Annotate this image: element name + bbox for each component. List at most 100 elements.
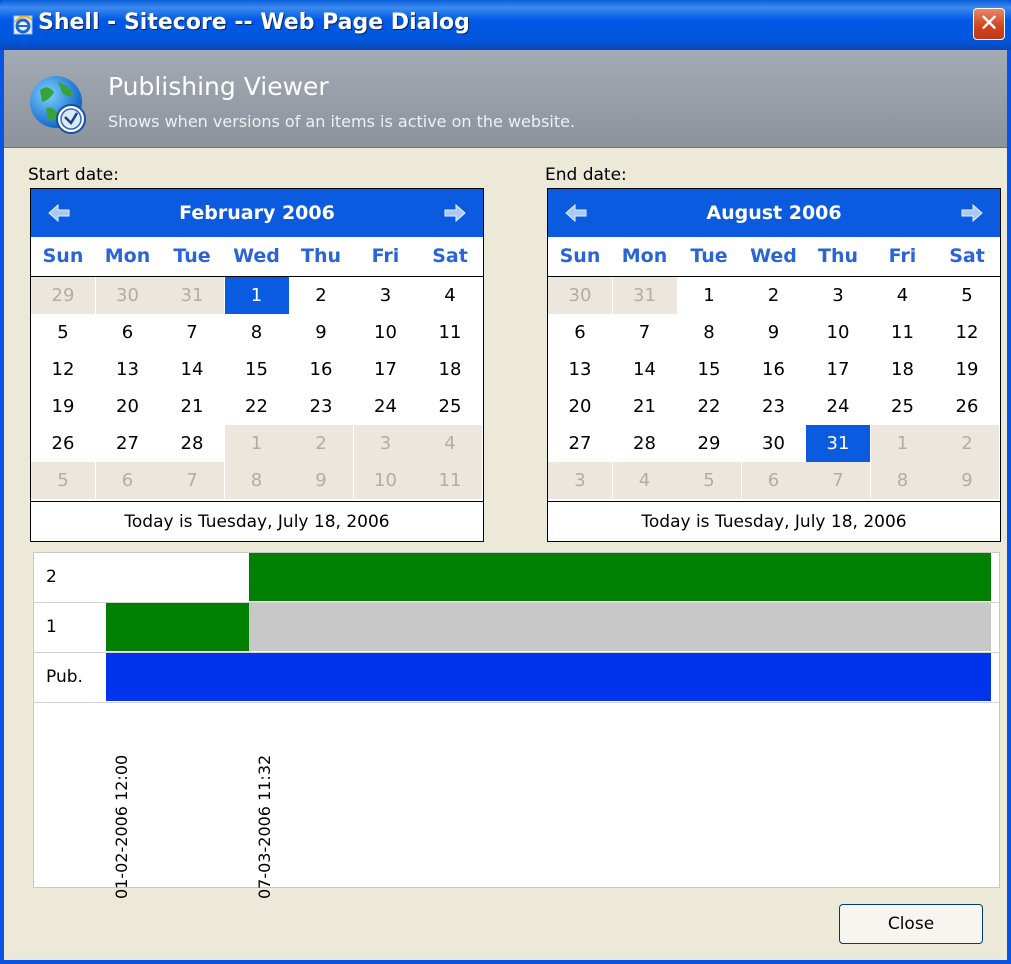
- calendar-day[interactable]: 4: [871, 277, 935, 314]
- next-month-arrow-icon[interactable]: [443, 201, 467, 225]
- calendar-day[interactable]: 3: [354, 277, 418, 314]
- next-month-arrow-icon[interactable]: [960, 201, 984, 225]
- calendar-day[interactable]: 24: [806, 388, 870, 425]
- close-button[interactable]: Close: [839, 904, 983, 944]
- calendar-day[interactable]: 11: [418, 314, 482, 351]
- calendar-day[interactable]: 23: [289, 388, 353, 425]
- calendar-day[interactable]: 5: [31, 462, 95, 499]
- calendar-day[interactable]: 26: [31, 425, 95, 462]
- calendar-day[interactable]: 18: [418, 351, 482, 388]
- calendar-day[interactable]: 4: [612, 462, 677, 499]
- calendar-day[interactable]: 4: [418, 425, 482, 462]
- calendar-day[interactable]: 30: [95, 277, 160, 314]
- calendar-day[interactable]: 11: [418, 462, 482, 499]
- calendar-day[interactable]: 2: [935, 425, 999, 462]
- calendar-day[interactable]: 18: [871, 351, 935, 388]
- calendar-day[interactable]: 9: [935, 462, 999, 499]
- weekday-label: Wed: [233, 245, 280, 267]
- calendar-day[interactable]: 19: [935, 351, 999, 388]
- calendar-day[interactable]: 22: [225, 388, 289, 425]
- calendar-day[interactable]: 2: [289, 425, 353, 462]
- today-text[interactable]: Today is Tuesday, July 18, 2006: [31, 501, 483, 542]
- weekday-label: Fri: [888, 245, 917, 267]
- calendar-day[interactable]: 6: [96, 314, 160, 351]
- calendar-day[interactable]: 20: [548, 388, 612, 425]
- calendar-day[interactable]: 7: [160, 462, 224, 499]
- calendar-day[interactable]: 21: [160, 388, 224, 425]
- calendar-day[interactable]: 28: [613, 425, 677, 462]
- end-date-label: End date:: [545, 165, 627, 185]
- calendar-day[interactable]: 29: [677, 425, 741, 462]
- calendar-day[interactable]: 27: [96, 425, 160, 462]
- calendar-day[interactable]: 26: [935, 388, 999, 425]
- weekday-header-row: Sun Mon Tue Wed Thu Fri Sat: [548, 237, 1000, 277]
- start-date-calendar: February 2006 Sun Mon Tue Wed Thu Fri Sat 29 30…: [30, 188, 484, 542]
- calendar-day[interactable]: 9: [742, 314, 806, 351]
- calendar-day[interactable]: 8: [224, 462, 289, 499]
- calendar-day[interactable]: 14: [613, 351, 677, 388]
- calendar-day[interactable]: 12: [31, 351, 95, 388]
- calendar-day[interactable]: 6: [741, 462, 806, 499]
- calendar-day[interactable]: 1: [677, 277, 741, 314]
- calendar-day[interactable]: 15: [225, 351, 289, 388]
- calendar-day[interactable]: 27: [548, 425, 612, 462]
- calendar-day[interactable]: 30: [742, 425, 806, 462]
- calendar-day[interactable]: 1: [224, 277, 289, 314]
- calendar-day[interactable]: 4: [418, 277, 482, 314]
- calendar-day[interactable]: 25: [871, 388, 935, 425]
- version-bar-active: [249, 553, 991, 601]
- calendar-day[interactable]: 31: [160, 277, 224, 314]
- calendar-day[interactable]: 29: [31, 277, 95, 314]
- calendar-day[interactable]: 5: [677, 462, 741, 499]
- window-close-button[interactable]: ✕: [973, 8, 1005, 40]
- calendar-day[interactable]: 14: [160, 351, 224, 388]
- calendar-day[interactable]: 3: [548, 462, 612, 499]
- calendar-day[interactable]: 11: [871, 314, 935, 351]
- calendar-day[interactable]: 1: [870, 425, 935, 462]
- calendar-day[interactable]: 16: [289, 351, 353, 388]
- calendar-day[interactable]: 8: [870, 462, 935, 499]
- calendar-day[interactable]: 30: [548, 277, 612, 314]
- calendar-day[interactable]: 23: [742, 388, 806, 425]
- calendar-day[interactable]: 10: [806, 314, 870, 351]
- calendar-day[interactable]: 9: [289, 462, 353, 499]
- calendar-day[interactable]: 5: [31, 314, 95, 351]
- calendar-day[interactable]: 17: [354, 351, 418, 388]
- calendar-day[interactable]: 2: [289, 277, 353, 314]
- calendar-day[interactable]: 8: [225, 314, 289, 351]
- calendar-day[interactable]: 13: [96, 351, 160, 388]
- calendar-day[interactable]: 24: [354, 388, 418, 425]
- calendar-day[interactable]: 2: [742, 277, 806, 314]
- calendar-day[interactable]: 9: [289, 314, 353, 351]
- calendar-day[interactable]: 22: [677, 388, 741, 425]
- timeline-date-label: 01-02-2006 12:00: [112, 754, 131, 899]
- calendar-day[interactable]: 25: [418, 388, 482, 425]
- calendar-day[interactable]: 5: [935, 277, 999, 314]
- calendar-day[interactable]: 28: [160, 425, 224, 462]
- calendar-day[interactable]: 17: [806, 351, 870, 388]
- calendar-day[interactable]: 15: [677, 351, 741, 388]
- header-banner: Publishing Viewer Shows when versions of…: [4, 50, 1007, 148]
- dialog-window: Shell - Sitecore -- Web Page Dialog ✕ Pu…: [0, 0, 1011, 964]
- calendar-day[interactable]: 7: [613, 314, 677, 351]
- calendar-day[interactable]: 6: [548, 314, 612, 351]
- calendar-day[interactable]: 8: [677, 314, 741, 351]
- calendar-day[interactable]: 20: [96, 388, 160, 425]
- calendar-day[interactable]: 31: [806, 425, 870, 462]
- calendar-day[interactable]: 31: [612, 277, 677, 314]
- calendar-day[interactable]: 21: [613, 388, 677, 425]
- calendar-day[interactable]: 12: [935, 314, 999, 351]
- calendar-day[interactable]: 10: [354, 314, 418, 351]
- weekday-label: Mon: [621, 245, 668, 267]
- calendar-day[interactable]: 10: [353, 462, 418, 499]
- calendar-day[interactable]: 19: [31, 388, 95, 425]
- calendar-day[interactable]: 1: [224, 425, 289, 462]
- calendar-day[interactable]: 7: [806, 462, 870, 499]
- calendar-day[interactable]: 3: [806, 277, 870, 314]
- calendar-day[interactable]: 7: [160, 314, 224, 351]
- calendar-day[interactable]: 13: [548, 351, 612, 388]
- calendar-day[interactable]: 16: [742, 351, 806, 388]
- calendar-day[interactable]: 3: [353, 425, 418, 462]
- today-text[interactable]: Today is Tuesday, July 18, 2006: [548, 501, 1000, 542]
- calendar-day[interactable]: 6: [95, 462, 160, 499]
